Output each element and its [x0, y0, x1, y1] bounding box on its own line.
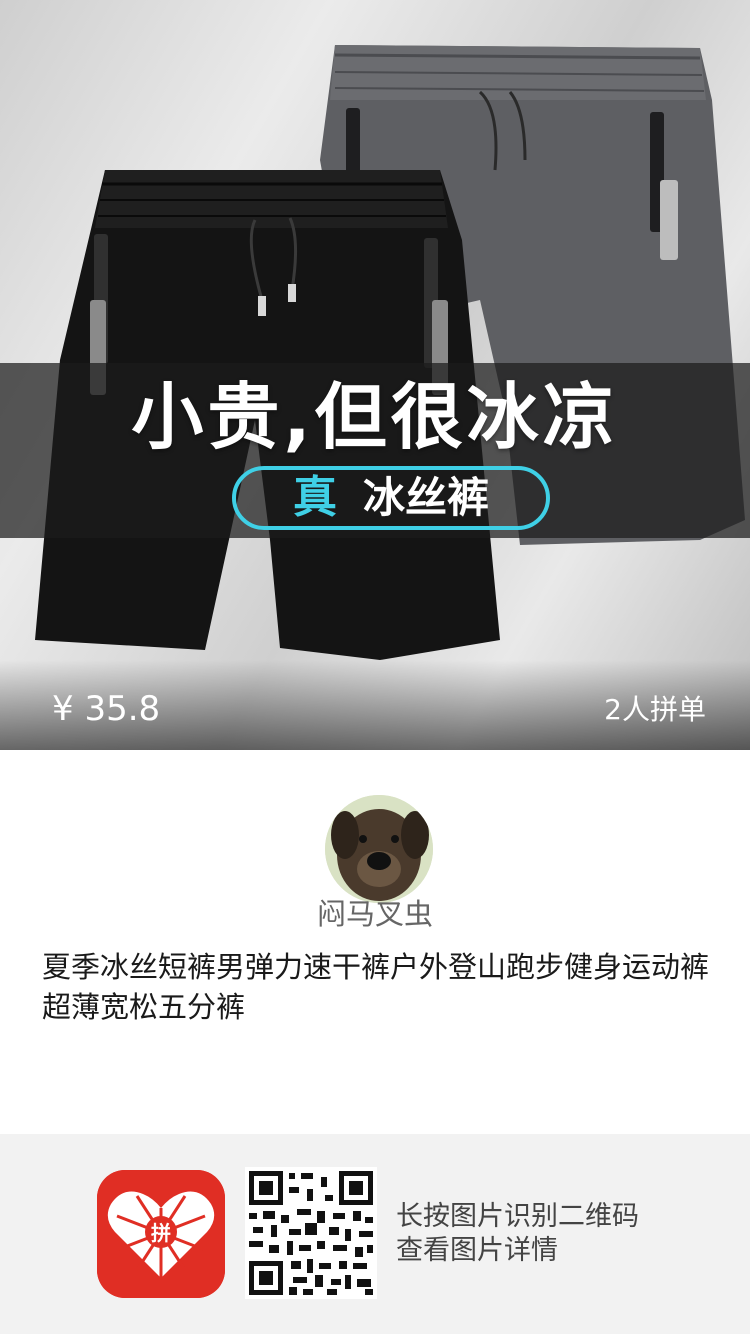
pinduoduo-logo: 拼: [97, 1170, 225, 1298]
promo-headline: 小贵,但很冰凉: [131, 375, 619, 459]
qr-hint-line1: 长按图片识别二维码: [396, 1201, 639, 1232]
promo-badge-highlight: 真: [292, 472, 337, 523]
product-price: ¥ 35.8: [52, 689, 161, 729]
group-buy-count: 2人拼单: [604, 693, 706, 726]
avatar[interactable]: [325, 795, 433, 903]
promo-badge: 真 冰丝裤: [232, 466, 550, 530]
app-logo-text: 拼: [151, 1221, 171, 1245]
product-title: 夏季冰丝短裤男弹力速干裤户外登山跑步健身运动裤超薄宽松五分裤: [42, 950, 710, 1024]
seller-name: 闷马叉虫: [316, 897, 433, 931]
qr-hint-line2: 查看图片详情: [396, 1235, 558, 1266]
heart-logo-icon: 拼: [97, 1170, 225, 1298]
product-image[interactable]: 小贵,但很冰凉 真 冰丝裤 ¥ 35.8 2人拼单: [0, 0, 750, 750]
qr-code-icon: [245, 1167, 377, 1299]
qr-code[interactable]: [245, 1167, 377, 1299]
dog-avatar-icon: [325, 795, 433, 903]
promo-badge-text: 冰丝裤: [362, 473, 489, 522]
